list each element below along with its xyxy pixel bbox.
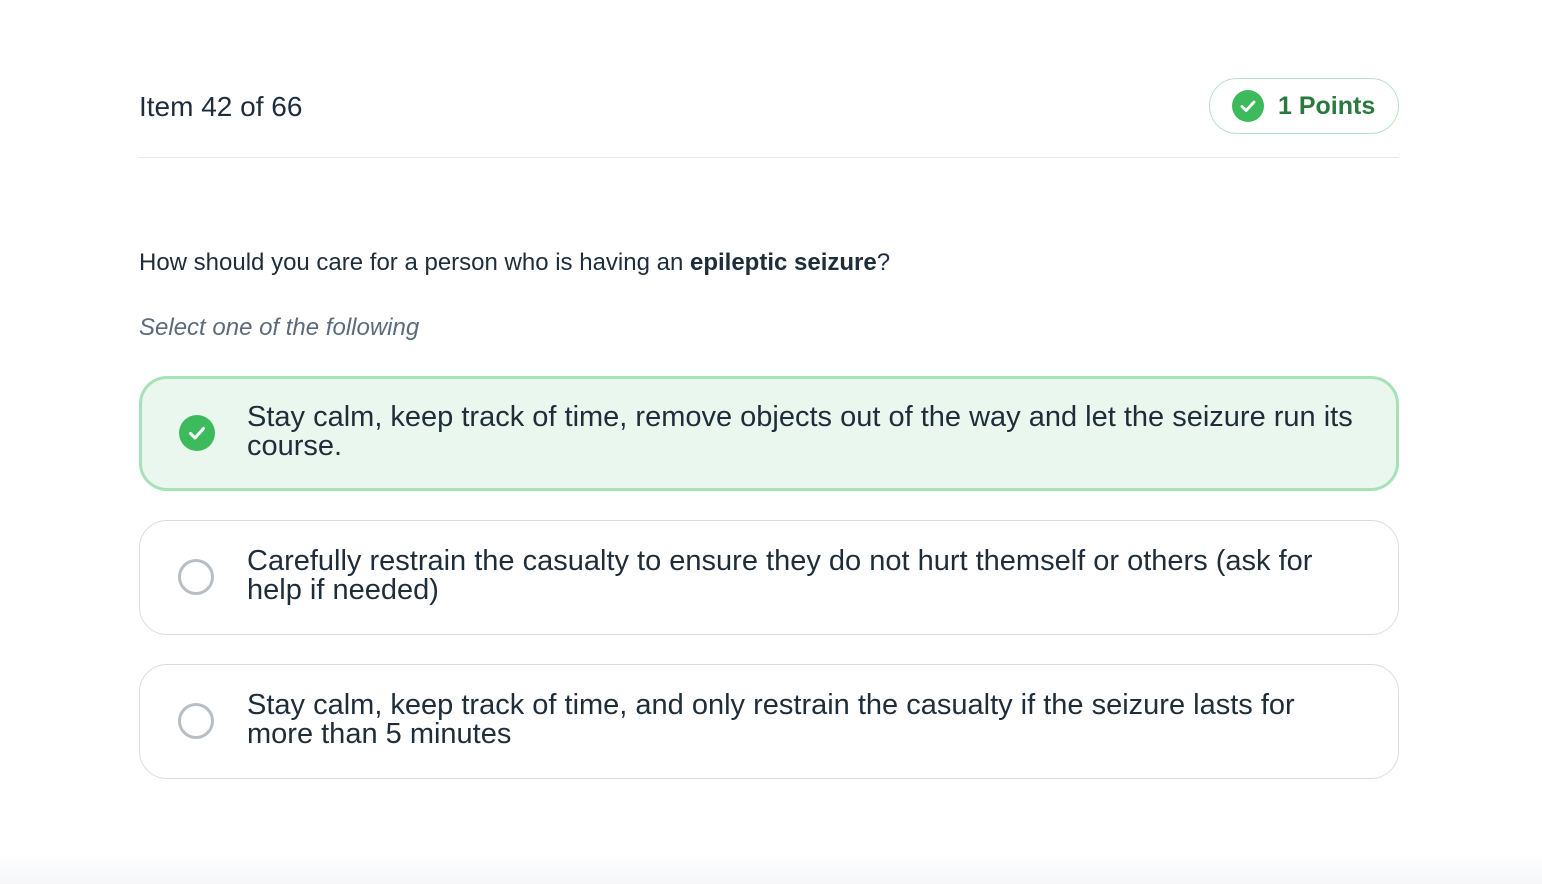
check-circle-icon <box>1232 90 1264 122</box>
quiz-page: Item 42 of 66 1 Points How should you ca… <box>0 0 1542 884</box>
answer-option-1[interactable]: Stay calm, keep track of time, remove ob… <box>139 376 1399 491</box>
question-header: Item 42 of 66 1 Points <box>139 78 1399 136</box>
question-emphasis: epileptic seizure <box>689 249 877 276</box>
bottom-shadow <box>0 854 1542 884</box>
answer-option-label: Stay calm, keep track of time, and only … <box>247 689 1295 750</box>
answer-option-3[interactable]: Stay calm, keep track of time, and only … <box>139 664 1399 779</box>
radio-unselected-icon[interactable] <box>178 559 214 595</box>
points-label: 1 Points <box>1278 91 1376 120</box>
question-text-end: ? <box>876 249 891 276</box>
answer-option-label: Stay calm, keep track of time, remove ob… <box>247 401 1353 462</box>
question-text-start: How should you care for a person who is … <box>139 249 690 276</box>
answer-option-2[interactable]: Carefully restrain the casualty to ensur… <box>139 520 1399 635</box>
question-text: How should you care for a person who is … <box>139 247 1399 279</box>
answer-option-label: Carefully restrain the casualty to ensur… <box>247 545 1313 606</box>
selected-check-icon <box>179 415 215 451</box>
header-divider <box>139 157 1399 158</box>
item-counter: Item 42 of 66 <box>139 91 303 122</box>
answer-instructions: Select one of the following <box>139 314 420 341</box>
answer-options: Stay calm, keep track of time, remove ob… <box>139 376 1399 808</box>
radio-unselected-icon[interactable] <box>178 703 214 739</box>
points-badge: 1 Points <box>1209 78 1399 134</box>
